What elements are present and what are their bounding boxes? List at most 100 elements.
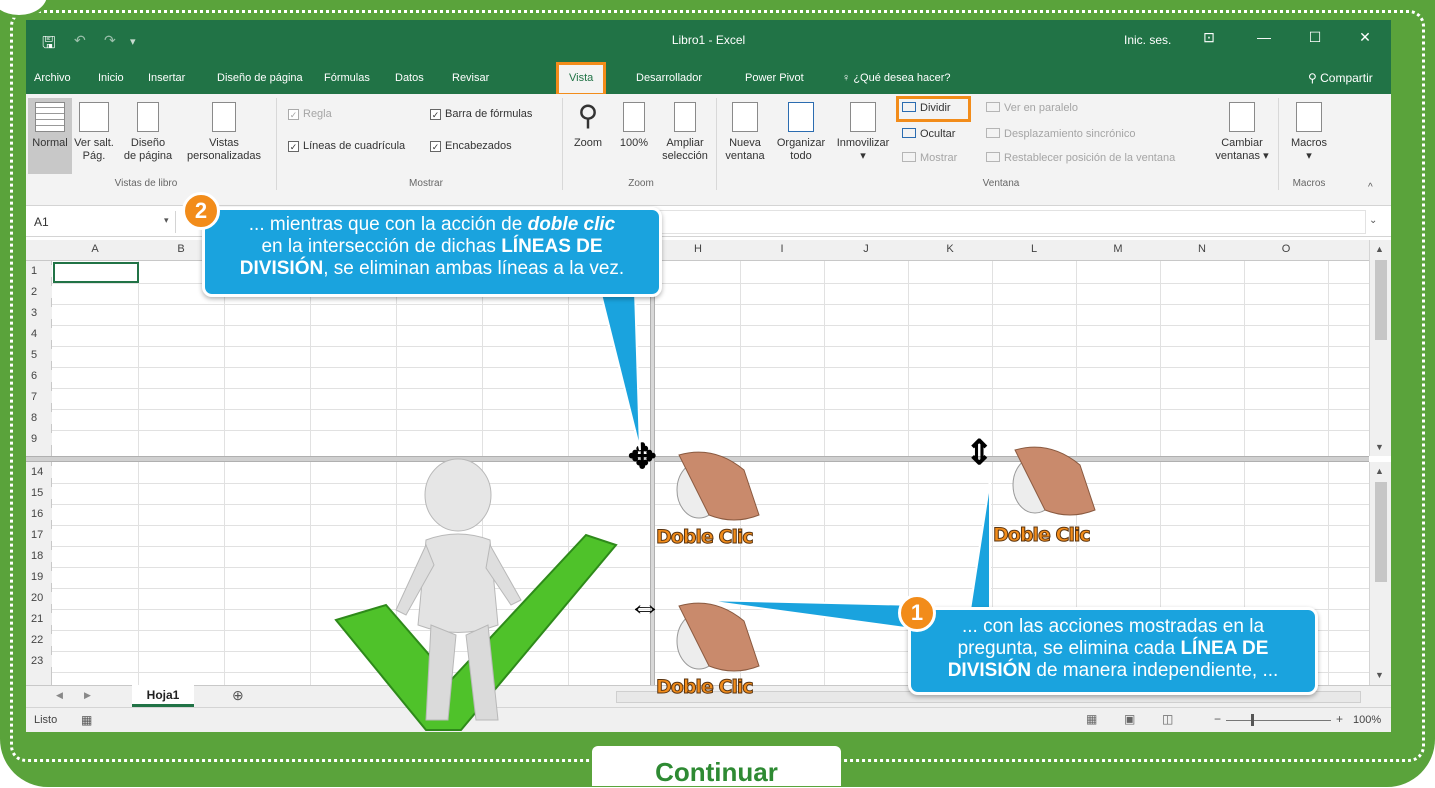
scroll-up-icon[interactable]: ▲ [1375, 466, 1384, 476]
selected-cell-a1[interactable] [53, 262, 139, 283]
row-header[interactable]: 22 [26, 634, 52, 646]
tab-diseno-pagina[interactable]: Diseño de página [217, 72, 303, 84]
scroll-thumb[interactable] [1375, 482, 1387, 582]
name-box[interactable]: A1 [26, 211, 176, 233]
lineas-cuadricula-checkbox[interactable]: ✓ Líneas de cuadrícula [288, 140, 405, 152]
maximize-icon[interactable]: ☐ [1300, 29, 1330, 46]
scroll-thumb[interactable] [1375, 260, 1387, 340]
row-header[interactable]: 7 [26, 391, 52, 403]
sync-scroll-button[interactable]: Desplazamiento sincrónico [986, 128, 1135, 140]
tab-archivo[interactable]: Archivo [34, 72, 71, 84]
hide-icon [902, 128, 916, 138]
gridline [52, 367, 1369, 368]
sheet-next-icon[interactable]: ▶ [84, 690, 91, 701]
row-header[interactable]: 19 [26, 571, 52, 583]
share-button[interactable]: ⚲ Compartir [1308, 71, 1373, 85]
custom-views-button[interactable]: Vistas personalizadas [184, 98, 264, 174]
tab-revisar[interactable]: Revisar [452, 72, 489, 84]
row-header[interactable]: 5 [26, 349, 52, 361]
row-header[interactable]: 9 [26, 433, 52, 445]
row-header[interactable]: 14 [26, 466, 52, 478]
tab-desarrollador[interactable]: Desarrollador [636, 72, 702, 84]
vertical-scrollbar-bottom[interactable]: ▲ ▼ [1369, 462, 1391, 685]
macros-label: Macros [1290, 137, 1328, 149]
sheet-tab-hoja1[interactable]: Hoja1 [132, 685, 194, 707]
row-header[interactable]: 4 [26, 328, 52, 340]
column-header-k[interactable]: K [908, 243, 992, 255]
new-window-button[interactable]: Nueva ventana [720, 98, 770, 174]
column-header-o[interactable]: O [1244, 243, 1328, 255]
switch-windows-button[interactable]: Cambiar ventanas ▾ [1214, 98, 1270, 174]
regla-checkbox[interactable]: ✓ Regla [288, 108, 332, 120]
row-header[interactable]: 8 [26, 412, 52, 424]
row-header[interactable]: 1 [26, 265, 52, 277]
signin-link[interactable]: Inic. ses. [1124, 33, 1171, 47]
column-header-j[interactable]: J [824, 243, 908, 255]
row-header[interactable]: 2 [26, 286, 52, 298]
tab-power-pivot[interactable]: Power Pivot [745, 72, 804, 84]
vertical-scrollbar-top[interactable]: ▲ ▼ [1369, 240, 1391, 456]
scroll-up-icon[interactable]: ▲ [1375, 244, 1384, 254]
tab-insertar[interactable]: Insertar [148, 72, 185, 84]
hide-button[interactable]: Ocultar [902, 128, 955, 140]
arrange-all-button[interactable]: Organizar todo [772, 98, 830, 174]
column-header-l[interactable]: L [992, 243, 1076, 255]
row-header[interactable]: 17 [26, 529, 52, 541]
reset-position-button[interactable]: Restablecer posición de la ventana [986, 152, 1175, 164]
freeze-panes-button[interactable]: Inmovilizar ▾ [832, 98, 894, 174]
encabezados-checkbox[interactable]: ✓ Encabezados [430, 140, 512, 152]
macro-record-icon[interactable]: ▦ [81, 713, 92, 727]
continue-button[interactable]: Continuar [592, 746, 841, 787]
close-icon[interactable]: ✕ [1350, 29, 1380, 46]
page-break-view-icon[interactable]: ◫ [1162, 712, 1173, 726]
add-sheet-icon[interactable]: ⊕ [232, 687, 244, 704]
tab-formulas[interactable]: Fórmulas [324, 72, 370, 84]
share-label: Compartir [1320, 71, 1373, 85]
collapse-ribbon-icon[interactable]: ^ [1368, 182, 1373, 193]
expand-formula-bar-icon[interactable]: ⌄ [1369, 215, 1377, 226]
row-header[interactable]: 18 [26, 550, 52, 562]
side-by-side-icon [986, 102, 1000, 112]
page-layout-view-icon[interactable]: ▣ [1124, 712, 1135, 726]
row-header[interactable]: 16 [26, 508, 52, 520]
tab-datos[interactable]: Datos [395, 72, 424, 84]
zoom-out-icon[interactable]: − [1214, 712, 1221, 726]
scroll-down-icon[interactable]: ▼ [1375, 442, 1384, 452]
page-layout-label-2: de página [123, 150, 173, 162]
tab-vista[interactable]: Vista [555, 62, 607, 96]
zoom-selection-button[interactable]: Ampliar selección [658, 98, 712, 174]
row-header[interactable]: 23 [26, 655, 52, 667]
unhide-button[interactable]: Mostrar [902, 152, 957, 164]
column-header-m[interactable]: M [1076, 243, 1160, 255]
column-header-h[interactable]: H [656, 243, 740, 255]
column-header-n[interactable]: N [1160, 243, 1244, 255]
minimize-icon[interactable]: — [1249, 29, 1279, 45]
zoom-button[interactable]: ⚲ Zoom [566, 98, 610, 174]
tab-inicio[interactable]: Inicio [98, 72, 124, 84]
sheet-prev-icon[interactable]: ◀ [56, 690, 63, 701]
zoom-in-icon[interactable]: + [1336, 712, 1343, 726]
zoom-slider[interactable] [1226, 720, 1331, 721]
tell-me-search[interactable]: ♀ ¿Qué desea hacer? [842, 72, 951, 84]
row-header[interactable]: 15 [26, 487, 52, 499]
name-box-dropdown-icon[interactable]: ▾ [164, 215, 169, 226]
row-header[interactable]: 6 [26, 370, 52, 382]
row-header[interactable]: 20 [26, 592, 52, 604]
column-header-i[interactable]: I [740, 243, 824, 255]
normal-view-icon[interactable]: ▦ [1086, 712, 1097, 726]
ribbon-display-icon[interactable]: ⊡ [1194, 29, 1224, 46]
page-break-view-button[interactable]: Ver salt. Pág. [72, 98, 116, 174]
column-header-a[interactable]: A [52, 243, 138, 255]
callout-1-text: ... con las acciones mostradas en la [961, 616, 1265, 637]
page-layout-view-button[interactable]: Diseño de página [118, 98, 178, 174]
normal-view-button[interactable]: Normal [28, 98, 72, 174]
zoom-100-button[interactable]: 100% [612, 98, 656, 174]
row-header[interactable]: 21 [26, 613, 52, 625]
group-label-macros: Macros [1292, 178, 1326, 189]
zoom-slider-thumb[interactable] [1251, 714, 1254, 726]
scroll-down-icon[interactable]: ▼ [1375, 670, 1384, 680]
side-by-side-button[interactable]: Ver en paralelo [986, 102, 1078, 114]
row-header[interactable]: 3 [26, 307, 52, 319]
barra-formulas-checkbox[interactable]: ✓ Barra de fórmulas [430, 108, 532, 120]
macros-button[interactable]: Macros ▾ [1284, 98, 1334, 174]
